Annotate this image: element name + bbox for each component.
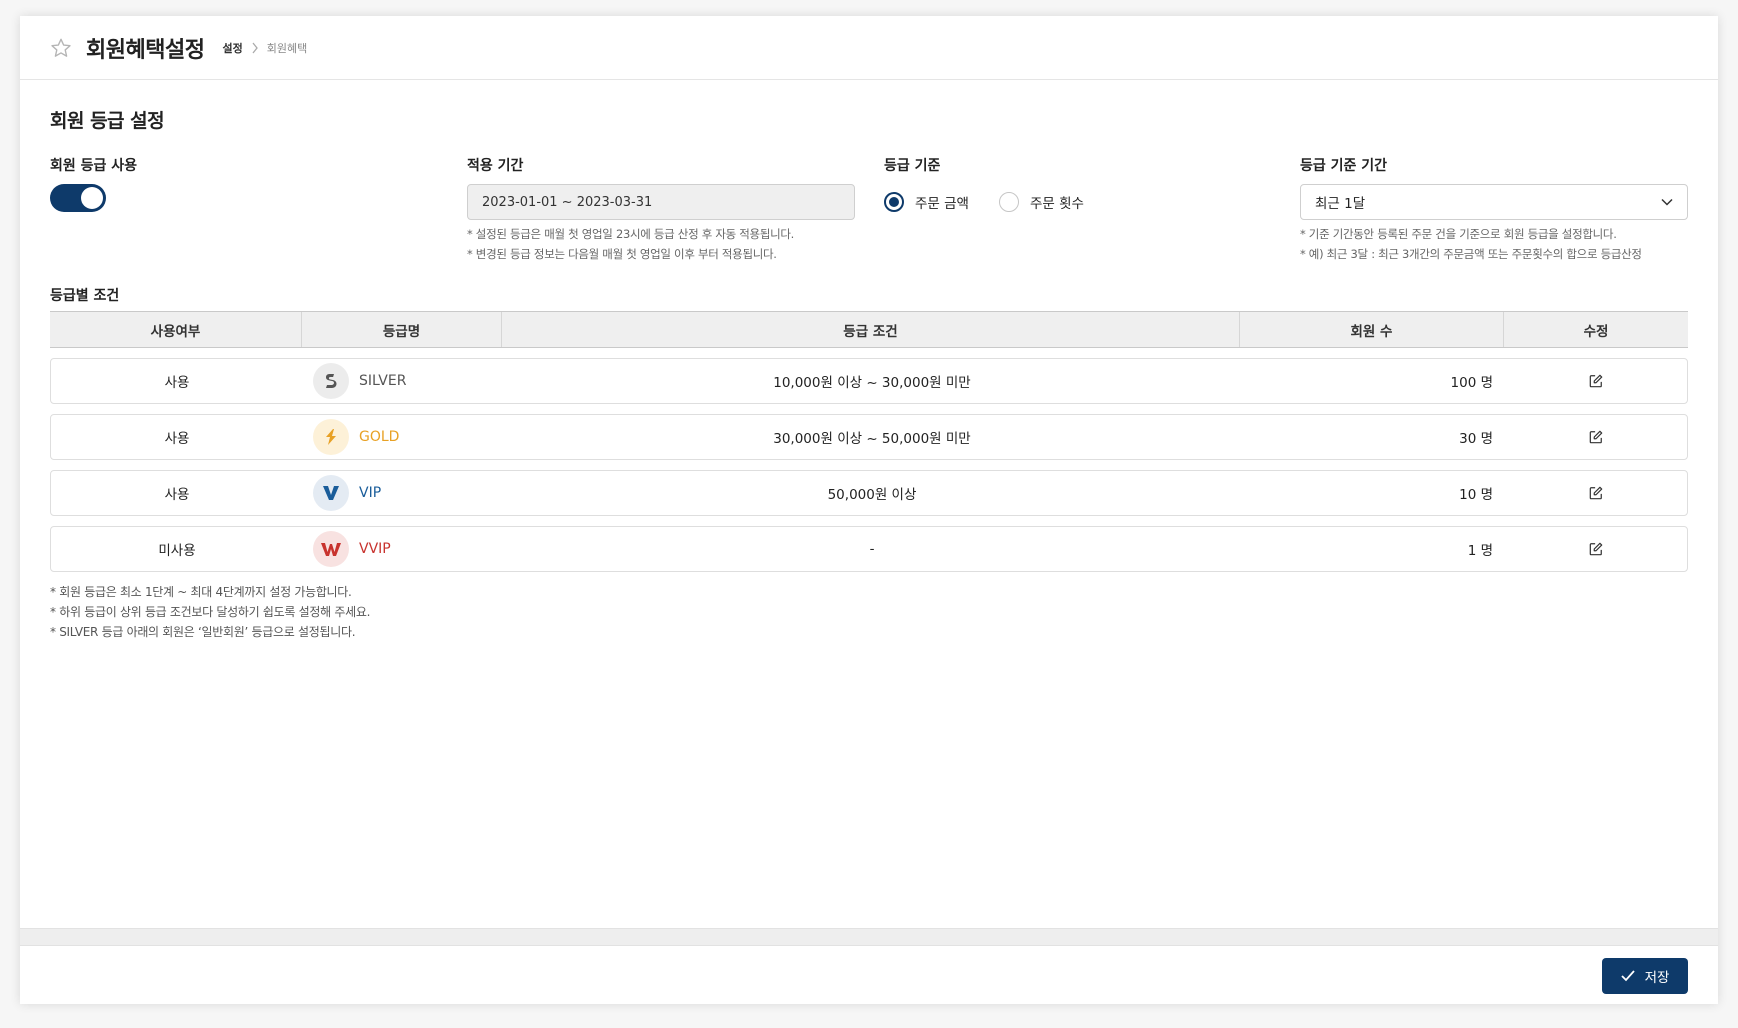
breadcrumb: 설정 회원혜택 [222, 40, 307, 56]
condition-cell: 10,000원 이상 ~ 30,000원 미만 [773, 375, 971, 391]
condition-cell: - [869, 541, 875, 557]
basis-period-select[interactable]: 최근 1달 [1300, 184, 1688, 220]
radio-order-amount[interactable]: 주문 금액 [884, 192, 969, 212]
column-header-grade: 등급명 [302, 312, 502, 347]
grade-cell: VVIP [303, 527, 503, 571]
period-input[interactable] [467, 184, 855, 220]
footer-note: * SILVER 등급 아래의 회원은 ‘일반회원’ 등급으로 설정됩니다. [50, 625, 356, 639]
toggle-knob [81, 187, 103, 209]
footer-divider [20, 928, 1718, 946]
footer-note: * 회원 등급은 최소 1단계 ~ 최대 4단계까지 설정 가능합니다. [50, 585, 352, 599]
basis-period-label: 등급 기준 기간 [1300, 158, 1388, 174]
usage-cell: 사용 [164, 375, 190, 391]
vvip-grade-icon [313, 531, 349, 567]
check-icon [1620, 970, 1635, 982]
column-header-edit: 수정 [1583, 323, 1609, 340]
save-label: 저장 [1644, 970, 1670, 986]
members-cell: 100 명 [1450, 375, 1493, 391]
edit-icon[interactable] [1584, 481, 1608, 505]
criteria-field: 등급 기준 주문 금액 주문 횟수 [884, 155, 1114, 220]
basis-period-field: 등급 기준 기간 최근 1달 * 기준 기간동안 등록된 주문 건을 기준으로 … [1300, 155, 1688, 264]
period-field: 적용 기간 * 설정된 등급은 매월 첫 영업일 23시에 등급 산정 후 자동… [467, 155, 855, 264]
grade-cell: GOLD [303, 415, 503, 459]
period-note: * 변경된 등급 정보는 다음월 매월 첫 영업일 이후 부터 적용됩니다. [467, 247, 777, 261]
edit-cell [1505, 527, 1687, 571]
footer-notes: * 회원 등급은 최소 1단계 ~ 최대 4단계까지 설정 가능합니다. * 하… [50, 582, 1688, 642]
condition-cell: 30,000원 이상 ~ 50,000원 미만 [773, 431, 971, 447]
condition-cell: 50,000원 이상 [827, 487, 917, 503]
grades-table-title: 등급별 조건 [50, 288, 120, 304]
section-title: 회원 등급 설정 [50, 110, 165, 132]
basis-period-note: * 예) 최근 3달 : 최근 3개간의 주문금액 또는 주문횟수의 합으로 등… [1300, 247, 1642, 261]
settings-card: 회원혜택설정 설정 회원혜택 회원 등급 설정 회원 등급 사용 적용 기간 *… [20, 16, 1718, 1004]
members-cell: 30 명 [1459, 431, 1493, 447]
table-header: 사용여부 등급명 등급 조건 회원 수 수정 [50, 311, 1688, 348]
criteria-label: 등급 기준 [884, 158, 941, 174]
chevron-right-icon [251, 42, 259, 54]
table-row: 사용 VIP 50,000원 이상 10 명 [50, 470, 1688, 516]
edit-cell [1505, 471, 1687, 515]
grade-name: VVIP [359, 541, 391, 557]
grade-use-toggle[interactable] [50, 184, 106, 212]
period-notes: * 설정된 등급은 매월 첫 영업일 23시에 등급 산정 후 자동 적용됩니다… [467, 224, 855, 264]
edit-cell [1505, 359, 1687, 403]
edit-icon[interactable] [1584, 425, 1608, 449]
grade-name: SILVER [359, 373, 407, 389]
edit-cell [1505, 415, 1687, 459]
select-value: 최근 1달 [1315, 196, 1366, 212]
page-header: 회원혜택설정 설정 회원혜택 [20, 16, 1718, 80]
edit-icon[interactable] [1584, 537, 1608, 561]
members-cell: 1 명 [1467, 543, 1493, 559]
grade-cell: VIP [303, 471, 503, 515]
period-note: * 설정된 등급은 매월 첫 영업일 23시에 등급 산정 후 자동 적용됩니다… [467, 227, 795, 241]
usage-cell: 사용 [164, 431, 190, 447]
basis-period-note: * 기준 기간동안 등록된 주문 건을 기준으로 회원 등급을 설정합니다. [1300, 227, 1617, 241]
table-row: 사용 GOLD 30,000원 이상 ~ 50,000원 미만 30 명 [50, 414, 1688, 460]
grade-use-label: 회원 등급 사용 [50, 158, 138, 174]
vip-grade-icon [313, 475, 349, 511]
radio-button-checked[interactable] [884, 192, 904, 212]
silver-grade-icon [313, 363, 349, 399]
edit-icon[interactable] [1584, 369, 1608, 393]
usage-cell: 사용 [164, 487, 190, 503]
column-header-members: 회원 수 [1240, 312, 1504, 347]
settings-row: 회원 등급 사용 적용 기간 * 설정된 등급은 매월 첫 영업일 23시에 등… [50, 155, 1688, 285]
table-row: 미사용 VVIP - 1 명 [50, 526, 1688, 572]
grade-use-field: 회원 등급 사용 [50, 155, 137, 212]
grade-name: GOLD [359, 429, 400, 445]
column-header-usage: 사용여부 [50, 312, 302, 347]
chevron-down-icon [1661, 194, 1673, 210]
gold-grade-icon [313, 419, 349, 455]
table-body: 사용 SILVER 10,000원 이상 ~ 30,000원 미만 100 명 … [50, 358, 1688, 572]
column-header-condition: 등급 조건 [502, 312, 1240, 347]
grade-cell: SILVER [303, 359, 503, 403]
radio-label: 주문 금액 [915, 196, 969, 212]
footer-note: * 하위 등급이 상위 등급 조건보다 달성하기 쉽도록 설정해 주세요. [50, 605, 371, 619]
breadcrumb-item-member-benefits: 회원혜택 [266, 41, 308, 55]
breadcrumb-item-settings[interactable]: 설정 [222, 40, 242, 56]
radio-button[interactable] [998, 192, 1019, 212]
save-button[interactable]: 저장 [1602, 958, 1688, 994]
main-content: 회원 등급 설정 회원 등급 사용 적용 기간 * 설정된 등급은 매월 첫 영… [20, 106, 1718, 642]
period-label: 적용 기간 [467, 158, 524, 174]
criteria-radio-group: 주문 금액 주문 횟수 [884, 184, 1114, 220]
members-cell: 10 명 [1459, 487, 1493, 503]
radio-label: 주문 횟수 [1029, 196, 1084, 212]
usage-cell: 미사용 [158, 543, 196, 559]
radio-order-count[interactable]: 주문 횟수 [998, 192, 1084, 212]
table-row: 사용 SILVER 10,000원 이상 ~ 30,000원 미만 100 명 [50, 358, 1688, 404]
basis-period-notes: * 기준 기간동안 등록된 주문 건을 기준으로 회원 등급을 설정합니다. *… [1300, 224, 1688, 264]
page-title: 회원혜택설정 [86, 37, 205, 63]
star-icon[interactable] [50, 36, 74, 60]
grade-name: VIP [359, 485, 382, 501]
